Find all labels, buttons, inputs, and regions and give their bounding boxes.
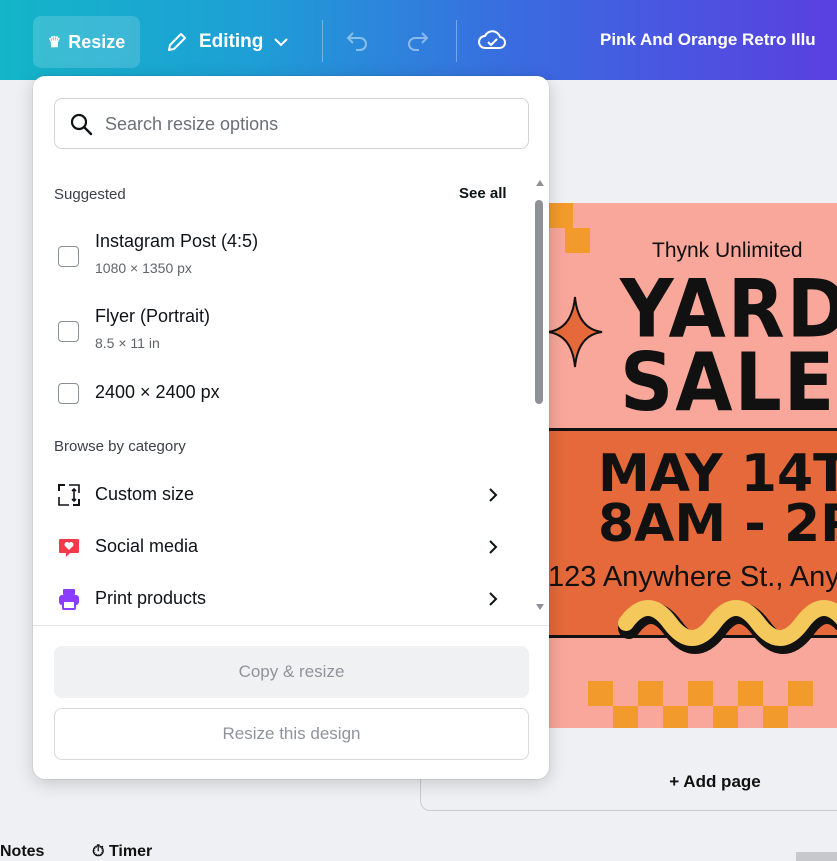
pencil-icon [168,33,186,51]
category-custom-size[interactable]: Custom size [54,475,504,515]
document-title[interactable]: Pink And Orange Retro Illu [600,30,816,50]
suggested-heading: Suggested [54,186,126,203]
suggested-option[interactable]: Flyer (Portrait) 8.5 × 11 in [54,306,534,356]
category-label: Print products [95,588,207,608]
resize-label: Resize [68,31,126,52]
headline-line-2: SALE [620,336,837,430]
resize-this-design-button[interactable]: Resize this design [54,708,529,760]
category-label: Custom size [95,484,195,504]
chevron-down-icon [274,38,289,47]
resize-panel: Suggested See all Instagram Post (4:5) 1… [33,76,549,779]
panel-divider [33,625,549,626]
chevron-right-icon [489,488,498,502]
see-all-link[interactable]: See all [459,185,507,202]
option-title: Instagram Post (4:5) [95,231,259,251]
undo-icon[interactable] [344,27,370,53]
category-label: Social media [95,536,199,556]
editing-label: Editing [199,31,264,52]
custom-size-icon [58,484,80,506]
notes-button[interactable]: Notes [0,843,44,861]
redo-icon[interactable] [405,27,431,53]
squiggle-decoration [618,600,837,654]
top-toolbar: ♛ Resize Editing Pink And Orange Retro I… [0,0,837,80]
social-media-icon [59,539,79,557]
copy-resize-button[interactable]: Copy & resize [54,646,529,698]
panel-scrollbar[interactable] [533,176,547,614]
decor-square [548,203,573,228]
sparkle-icon [548,296,603,368]
decor-square [565,228,590,253]
scroll-up-arrow[interactable] [536,180,544,186]
option-subtitle: 1080 × 1350 px [95,260,192,276]
option-title: 2400 × 2400 px [95,382,220,402]
footer-control[interactable] [796,852,837,861]
date-line: MAY 14TH [598,444,837,504]
timer-button[interactable]: ⏱ Timer [92,843,152,861]
headline: YARD SALE [620,263,837,430]
option-checkbox[interactable] [58,383,79,404]
option-checkbox[interactable] [58,321,79,342]
headline-line-1: YARD [620,263,837,357]
option-checkbox[interactable] [58,246,79,267]
design-canvas[interactable]: Thynk Unlimited YARD SALE MAY 14TH 8AM -… [548,203,837,728]
search-input[interactable] [105,107,515,141]
browse-category-heading: Browse by category [54,438,186,455]
cloud-saved-icon[interactable] [477,26,507,54]
suggested-option[interactable]: 2400 × 2400 px [54,379,534,409]
scrollbar-thumb[interactable] [535,200,543,404]
chevron-right-icon [489,540,498,554]
category-social-media[interactable]: Social media [54,527,504,567]
search-icon [70,113,93,136]
resize-button[interactable]: ♛ Resize [33,16,140,68]
checker-decoration [588,681,813,728]
brand-text: Thynk Unlimited [652,239,803,262]
chevron-right-icon [489,592,498,606]
option-title: Flyer (Portrait) [95,306,211,326]
toolbar-divider [456,20,457,62]
option-subtitle: 8.5 × 11 in [95,335,160,351]
timer-label: Timer [108,843,153,860]
category-print-products[interactable]: Print products [54,579,504,619]
toolbar-divider [322,20,323,62]
editing-mode-button[interactable]: Editing [165,16,300,68]
search-box[interactable] [54,98,529,149]
suggested-option[interactable]: Instagram Post (4:5) 1080 × 1350 px [54,231,534,281]
scroll-down-arrow[interactable] [536,604,544,610]
print-products-icon [59,589,79,610]
time-line: 8AM - 2PM [598,494,837,554]
date-time-block: MAY 14TH 8AM - 2PM [598,444,837,554]
timer-icon: ⏱ [92,843,109,860]
crown-icon: ♛ [47,34,62,51]
